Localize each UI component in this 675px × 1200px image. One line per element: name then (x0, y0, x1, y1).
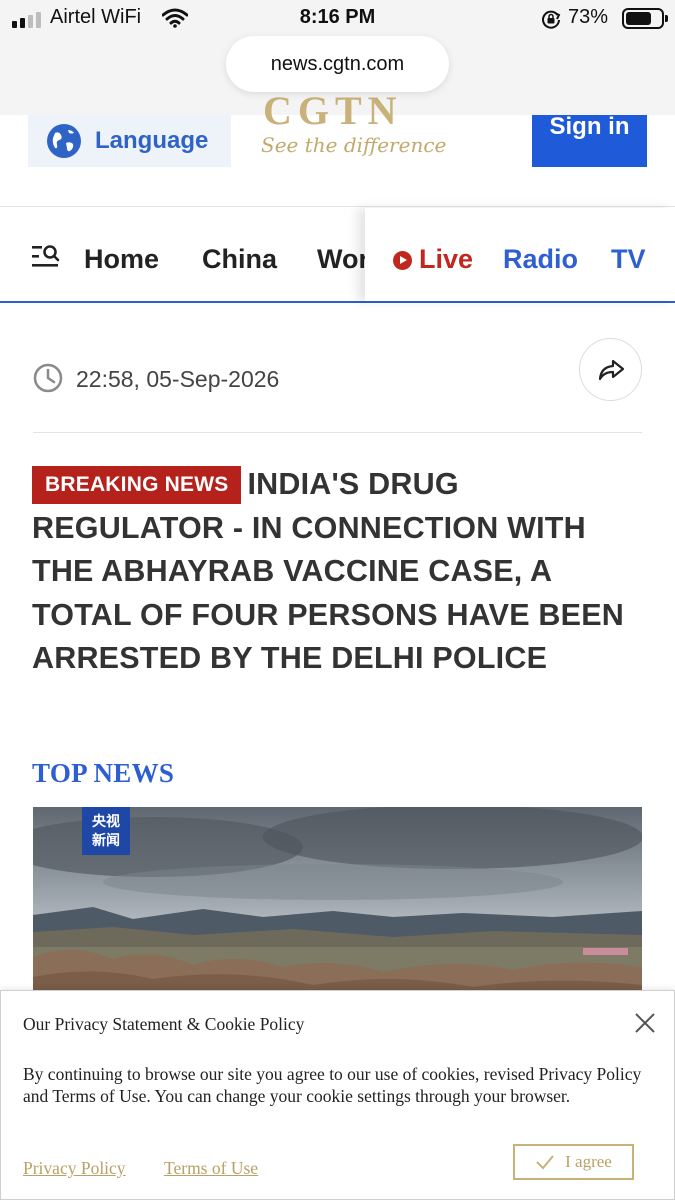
top-news-heading: TOP NEWS (32, 758, 175, 788)
cookie-banner: Our Privacy Statement & Cookie Policy By… (0, 990, 675, 1200)
globe-icon (47, 124, 81, 158)
rotation-lock-icon (542, 10, 561, 29)
close-icon[interactable] (633, 1011, 657, 1035)
share-icon (598, 359, 624, 380)
language-label: Language (95, 127, 209, 154)
clock-icon (33, 363, 63, 393)
check-icon (536, 1155, 554, 1170)
nav-radio[interactable]: Radio (503, 244, 578, 275)
language-button[interactable]: Language (28, 115, 231, 167)
nav-live[interactable]: Live (419, 244, 473, 275)
logo-text: CGTN (263, 95, 403, 127)
address-bar[interactable]: news.cgtn.com (226, 36, 449, 92)
breaking-news-badge: BREAKING NEWS (32, 466, 242, 504)
site-header: Language CGTN See the difference Sign in (0, 95, 675, 207)
nav-china[interactable]: China (202, 244, 277, 275)
privacy-policy-link[interactable]: Privacy Policy (23, 1158, 126, 1179)
battery-percent: 73% (568, 6, 609, 28)
article-timestamp: 22:58, 05-Sep-2026 (76, 366, 280, 392)
agree-button[interactable]: I agree (513, 1144, 634, 1180)
cctv-news-watermark: 央视 新闻 (82, 807, 130, 855)
meta-divider (33, 432, 642, 433)
article-headline: BREAKING NEWS INDIA'S DRUG REGULATOR - IN… (32, 463, 647, 681)
cookie-title: Our Privacy Statement & Cookie Policy (23, 1014, 305, 1034)
nav-home[interactable]: Home (84, 244, 159, 275)
main-nav: Home China World Live Radio TV (0, 208, 675, 303)
nav-tv[interactable]: TV (611, 244, 646, 275)
terms-of-use-link[interactable]: Terms of Use (164, 1158, 258, 1179)
menu-search-icon[interactable] (32, 244, 60, 268)
status-bar: Airtel WiFi 8:16 PM 73% (0, 0, 675, 40)
battery-fill (626, 12, 651, 25)
top-news-image[interactable]: 央视 新闻 (33, 807, 642, 997)
cookie-body: By continuing to browse our site you agr… (23, 1064, 642, 1106)
sign-in-button[interactable]: Sign in (532, 115, 647, 167)
agree-label: I agree (565, 1152, 612, 1171)
cgtn-logo[interactable]: CGTN See the difference (255, 95, 446, 167)
battery-icon (622, 8, 668, 29)
logo-tagline: See the difference (261, 133, 447, 157)
share-button[interactable] (579, 338, 642, 401)
live-play-icon (393, 251, 412, 270)
